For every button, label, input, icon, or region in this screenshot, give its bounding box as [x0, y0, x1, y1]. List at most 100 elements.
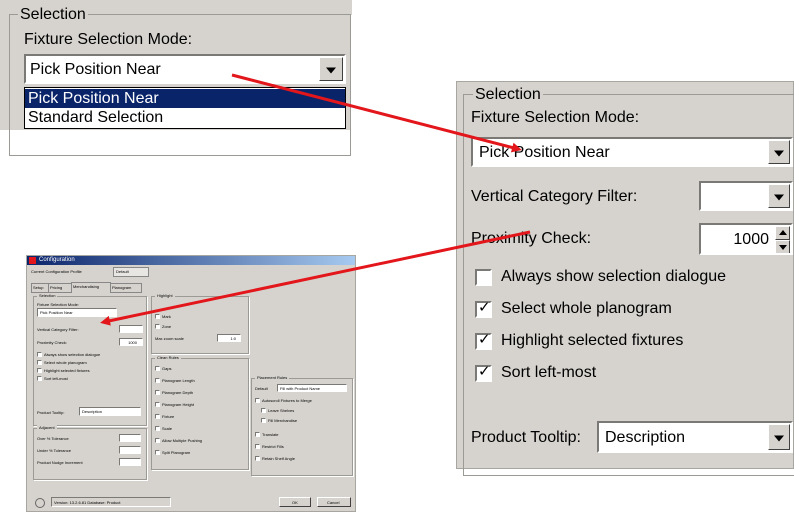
mini-clean-checkbox-5[interactable]: [155, 414, 160, 419]
proximity-value: 1000: [733, 231, 769, 248]
checkmark-icon: ✓: [478, 362, 491, 380]
vertical-filter-dropdown[interactable]: [699, 181, 793, 211]
mini-clean-checkbox-7[interactable]: [155, 438, 160, 443]
highlight-fixtures-label: Highlight selected fixtures: [501, 332, 684, 349]
tooltip-dropdown[interactable]: Description: [597, 421, 793, 453]
tab-setup[interactable]: Setup: [31, 283, 49, 293]
zoomed-mode-dropdown-button[interactable]: [768, 140, 790, 164]
mini-placement-checkbox-2[interactable]: [261, 408, 266, 413]
mini-clean-checkbox-8[interactable]: [155, 450, 160, 455]
mini-sort-checkbox[interactable]: [37, 376, 42, 381]
mini-highlight-checkbox[interactable]: [37, 368, 42, 373]
proximity-up-button[interactable]: [775, 226, 790, 240]
mini-sort-label: Sort left-most: [44, 376, 68, 381]
chevron-down-icon: [774, 435, 784, 442]
mini-select-whole-label: Select whole planogram: [44, 360, 87, 365]
mini-adjacent-field-1[interactable]: [119, 434, 141, 442]
tab-merchandising[interactable]: Merchandising: [71, 282, 111, 292]
mini-placement-checkbox-3[interactable]: [261, 418, 266, 423]
tab-pricing[interactable]: Pricing: [48, 283, 72, 293]
tooltip-value: Description: [605, 429, 686, 446]
highlight-fixtures-checkbox[interactable]: ✓: [475, 330, 492, 350]
mini-zoom-field[interactable]: 1:0: [217, 334, 241, 342]
select-whole-label: Select whole planogram: [501, 300, 672, 317]
mini-vertical-field[interactable]: [119, 325, 143, 333]
top-selection-title: Selection: [18, 6, 88, 24]
mini-proximity-value: 1000: [128, 340, 137, 345]
mini-clean-item-2: Planogram Length: [162, 378, 195, 383]
mini-select-whole-checkbox[interactable]: [37, 360, 42, 365]
checkmark-icon: ✓: [478, 330, 491, 348]
mini-clean-checkbox-1[interactable]: [155, 366, 160, 371]
mini-adjacent-field-2[interactable]: [119, 446, 141, 454]
thumbnail-window: Configuration Current Configuration Prof…: [26, 255, 356, 512]
mini-zone-checkbox[interactable]: [155, 324, 160, 329]
mini-clean-checkbox-2[interactable]: [155, 378, 160, 383]
mini-clean-checkbox-6[interactable]: [155, 426, 160, 431]
mini-mode-field[interactable]: Pick Position Near: [37, 308, 117, 317]
mini-placement-checkbox-1[interactable]: [255, 398, 260, 403]
tab-setup-label: Setup: [33, 285, 44, 290]
sort-left-most-checkbox[interactable]: ✓: [475, 362, 492, 382]
mini-adjacent-title: Adjacent: [37, 425, 57, 430]
proximity-stepper[interactable]: 1000: [699, 223, 793, 255]
mini-proximity-field[interactable]: 1000: [119, 338, 143, 346]
mini-always-show-checkbox[interactable]: [37, 352, 42, 357]
tab-merchandising-label: Merchandising: [73, 284, 100, 289]
mini-clean-item-8: Split Planogram: [162, 450, 191, 455]
mini-placement-item-4: Translate: [262, 432, 279, 437]
mini-mode-value: Pick Position Near: [40, 310, 73, 315]
select-whole-checkbox[interactable]: ✓: [475, 298, 492, 318]
mini-clean-checkbox-3[interactable]: [155, 390, 160, 395]
mini-placement-checkbox-4[interactable]: [255, 432, 260, 437]
thumbnail-title-bar: Configuration: [27, 256, 355, 265]
mini-adjacent-row-2: Under % Tolerance: [37, 448, 71, 453]
top-mode-dropdown-button[interactable]: [319, 57, 343, 81]
mini-zoom-value: 1:0: [230, 336, 236, 341]
help-icon[interactable]: [35, 498, 45, 508]
mini-adjacent-row-3: Product Nudge Increment: [37, 460, 83, 465]
mini-clean-checkbox-4[interactable]: [155, 402, 160, 407]
top-option-pick-position-near[interactable]: Pick Position Near: [25, 89, 345, 108]
mini-tooltip-label: Product Tooltip:: [37, 410, 65, 415]
mini-placement-default-field[interactable]: Fill with Product Name: [277, 384, 347, 392]
mini-vertical-label: Vertical Category Filter:: [37, 327, 79, 332]
mini-placement-item-5: Restrict Fills: [262, 444, 284, 449]
mini-zone-label: Zone: [162, 324, 172, 329]
cancel-button[interactable]: Cancel: [317, 497, 351, 507]
mini-placement-checkbox-6[interactable]: [255, 456, 260, 461]
always-show-checkbox[interactable]: [475, 269, 492, 286]
ok-button[interactable]: OK: [279, 497, 311, 507]
mini-highlight-label: Highlight selected fixtures: [44, 368, 90, 373]
mini-placement-group: [251, 378, 353, 476]
mini-clean-item-6: Scale: [162, 426, 173, 431]
status-field: Version: 13.2.6.81 Database: Product: [51, 497, 171, 507]
cancel-label: Cancel: [327, 500, 340, 505]
profile-tab[interactable]: Default: [113, 267, 149, 277]
profile-label: Current Configuration Profile: [31, 269, 82, 274]
mini-highlight-title: Highlight: [155, 293, 175, 298]
top-mode-dropdown[interactable]: Pick Position Near: [24, 54, 346, 84]
zoomed-panel: Selection Fixture Selection Mode: Pick P…: [456, 81, 794, 476]
tooltip-dropdown-button[interactable]: [768, 424, 790, 450]
top-mode-value: Pick Position Near: [30, 61, 161, 78]
proximity-down-button[interactable]: [775, 240, 790, 253]
zoomed-mode-dropdown[interactable]: Pick Position Near: [471, 137, 793, 167]
tab-planogram[interactable]: Planogram: [110, 283, 142, 293]
tooltip-label: Product Tooltip:: [471, 429, 581, 446]
mini-mark-checkbox[interactable]: [155, 314, 160, 319]
mini-selection-title: Selection: [37, 293, 58, 298]
mini-tooltip-field[interactable]: Description: [79, 407, 141, 416]
mini-placement-item-6: Retain Shelf Angle: [262, 456, 295, 461]
mini-mark-label: Mark: [162, 314, 171, 319]
mini-placement-item-1: Autoscroll Fixtures to Merge: [262, 398, 312, 403]
mini-clean-title: Clean Rules: [155, 355, 181, 360]
thumbnail-tab-strip: Setup Pricing Merchandising Planogram: [31, 282, 351, 293]
mini-placement-checkbox-5[interactable]: [255, 444, 260, 449]
tab-planogram-label: Planogram: [112, 285, 132, 290]
zoomed-mode-label: Fixture Selection Mode:: [471, 109, 640, 126]
mini-clean-item-4: Planogram Height: [162, 402, 195, 407]
top-option-standard-selection[interactable]: Standard Selection: [25, 108, 345, 127]
mini-adjacent-field-3[interactable]: [119, 458, 141, 466]
vertical-filter-dropdown-button[interactable]: [768, 184, 790, 208]
